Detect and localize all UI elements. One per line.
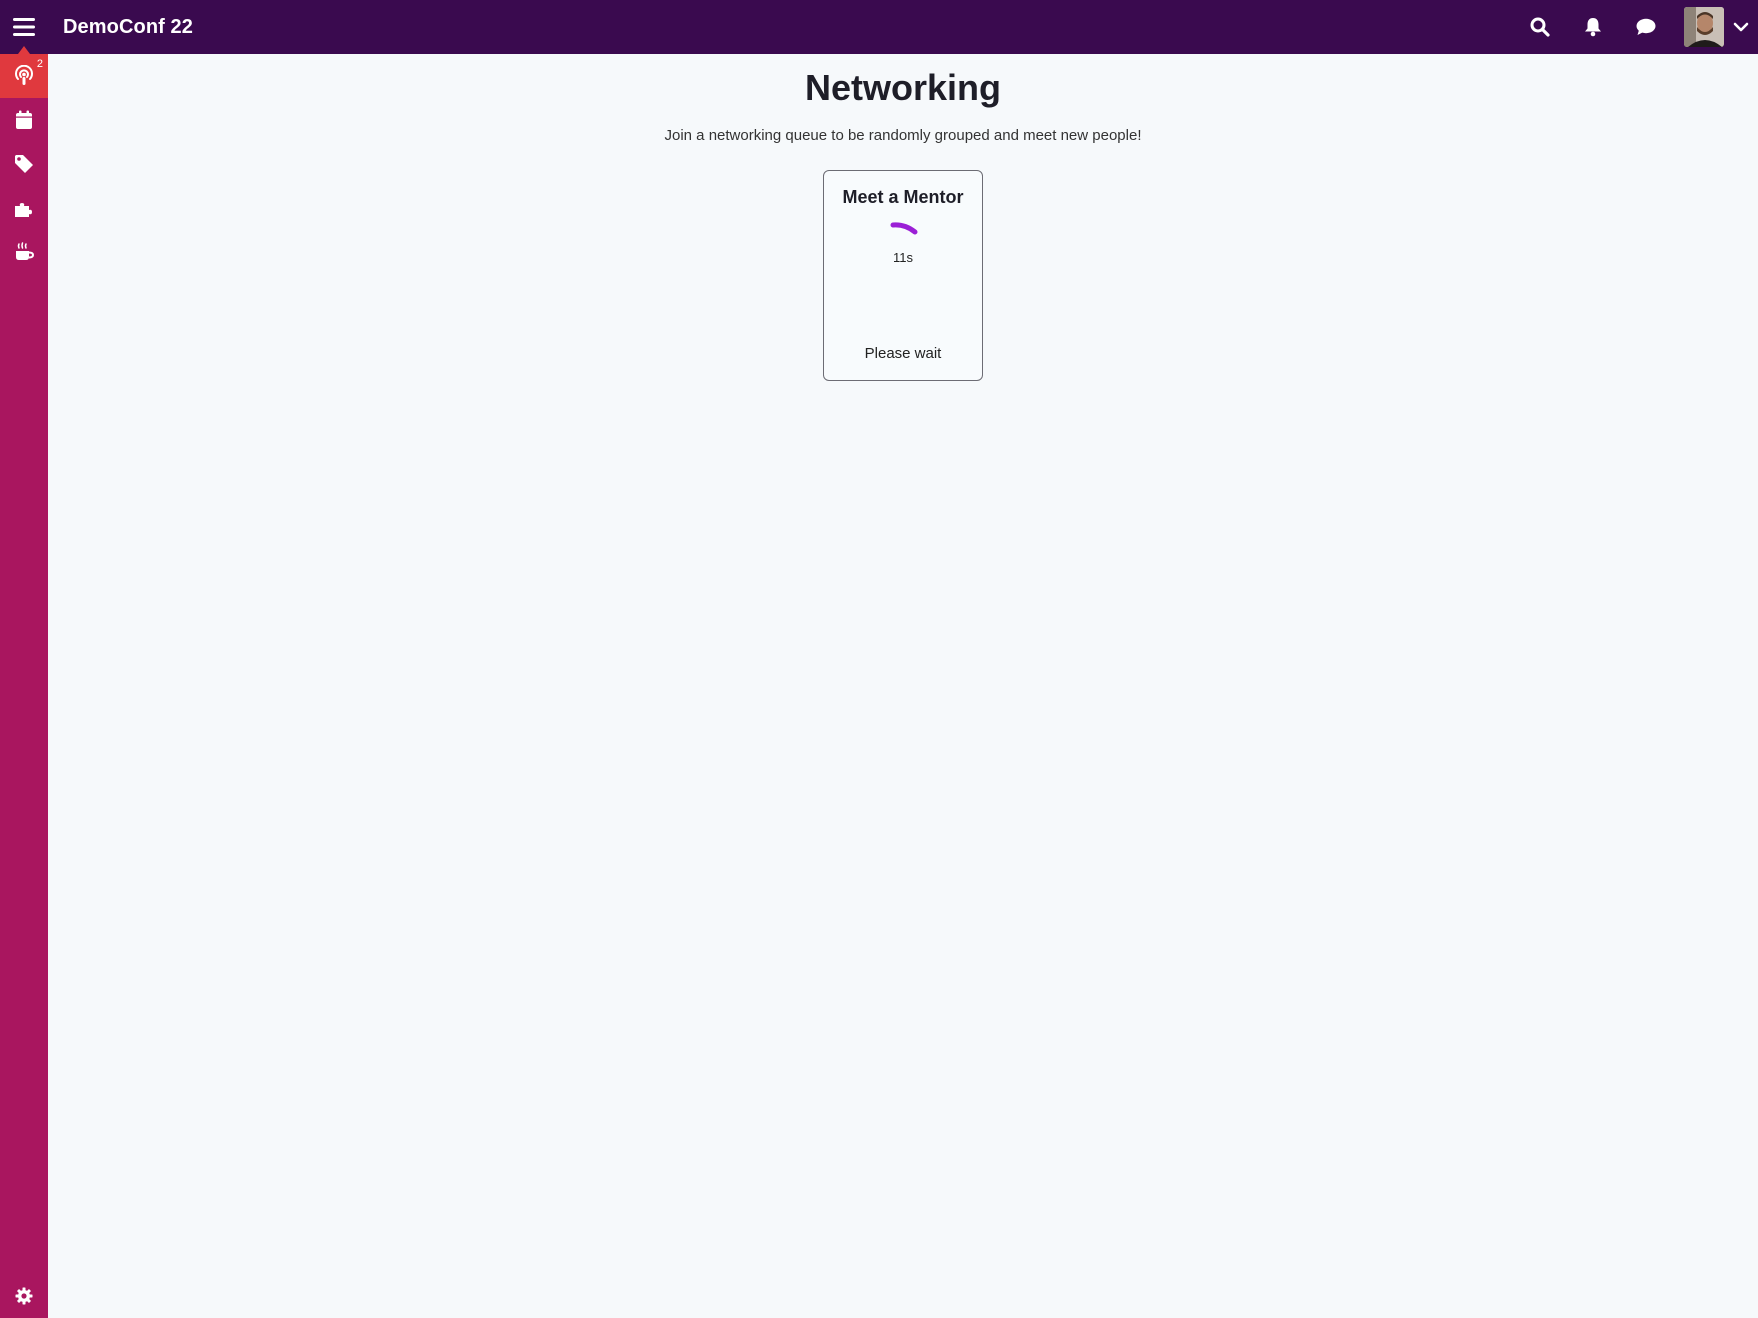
top-bar: DemoConf 22 <box>0 0 1758 54</box>
sidebar-item-sponsors[interactable] <box>0 186 48 230</box>
chevron-down-icon[interactable] <box>1724 0 1758 54</box>
chat-icon[interactable] <box>1619 0 1672 54</box>
puzzle-icon <box>15 203 32 217</box>
page-subtitle: Join a networking queue to be randomly g… <box>664 127 1142 145</box>
calendar-icon <box>16 110 32 129</box>
queue-title: Meet a Mentor <box>842 187 964 207</box>
podcast-icon <box>15 65 33 85</box>
coffee-icon <box>16 242 34 260</box>
sidebar-item-lounge[interactable] <box>0 230 48 274</box>
sidebar-item-schedule[interactable] <box>0 98 48 142</box>
main-content: Networking Join a networking queue to be… <box>48 54 1758 1318</box>
networking-queue-card[interactable]: Meet a Mentor 11s Please wait <box>823 170 983 381</box>
queue-timer: 11s <box>893 250 913 265</box>
tag-icon <box>15 155 33 173</box>
bell-icon[interactable] <box>1566 0 1619 54</box>
sidebar: 2 <box>0 46 48 1318</box>
page-title: Networking <box>804 67 1001 108</box>
sidebar-item-live[interactable]: 2 <box>0 46 48 98</box>
avatar[interactable] <box>1684 7 1724 47</box>
notification-badge: 2 <box>36 58 43 70</box>
queue-status: Please wait <box>864 345 942 362</box>
gear-icon[interactable] <box>0 1274 48 1318</box>
loading-spinner <box>890 222 918 235</box>
app-title[interactable]: DemoConf 22 <box>63 16 193 39</box>
sidebar-item-tags[interactable] <box>0 142 48 186</box>
search-icon[interactable] <box>1513 0 1566 54</box>
